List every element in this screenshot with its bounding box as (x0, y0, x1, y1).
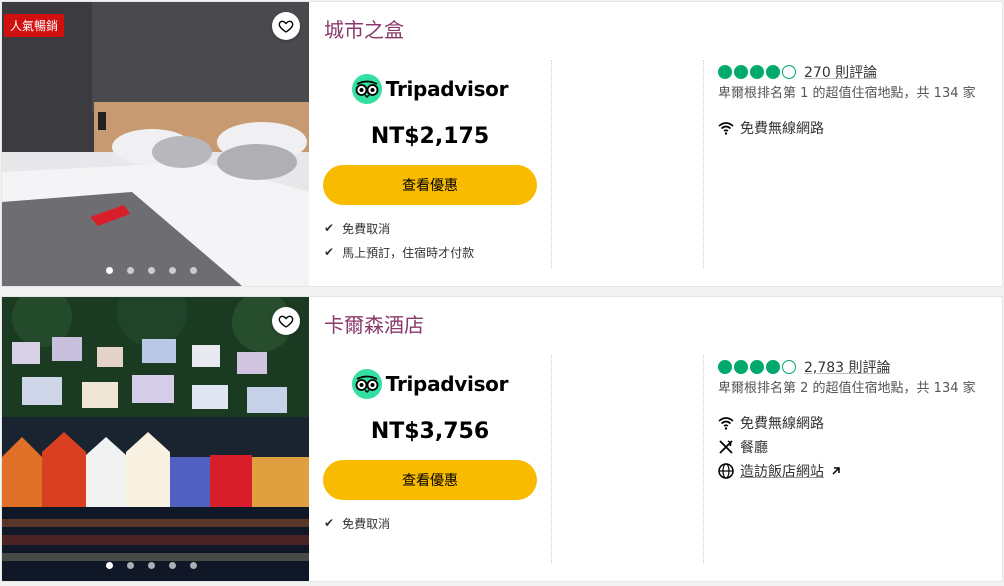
divider (551, 355, 552, 563)
hotel-photo[interactable]: 人氣暢銷 (2, 2, 309, 286)
check-icon: ✔ (324, 516, 335, 530)
photo-dot[interactable] (106, 267, 113, 274)
perks-list: ✔ 免費取消 (324, 511, 390, 535)
review-count-link[interactable]: 270 則評論 (804, 62, 877, 82)
perk-label: 免費取消 (342, 516, 391, 531)
ranking-text: 卑爾根排名第 2 的超值住宿地點，共 134 家 (718, 381, 976, 396)
divider (551, 60, 552, 268)
bestseller-badge: 人氣暢銷 (4, 14, 65, 37)
tripadvisor-owl-icon (351, 74, 382, 104)
provider-logo: Tripadvisor (322, 72, 538, 106)
rating-bubble-filled (734, 360, 748, 374)
restaurant-icon (719, 440, 733, 454)
photo-dot[interactable] (127, 562, 134, 569)
external-link-arrow-icon (832, 467, 840, 475)
ranking-text: 卑爾根排名第 1 的超值住宿地點，共 134 家 (718, 86, 976, 101)
amenity-item[interactable]: 造訪飯店網站 (718, 459, 988, 483)
rating-bubble-filled (718, 65, 732, 79)
rating-bubble-filled (766, 360, 780, 374)
perk-label: 馬上預訂，住宿時才付款 (342, 245, 475, 260)
rating-bubble-filled (718, 360, 732, 374)
hotel-info: 2,783 則評論 卑爾根排名第 2 的超值住宿地點，共 134 家 免費無線網… (718, 357, 988, 483)
globe-icon (718, 463, 734, 479)
heart-icon (278, 20, 294, 33)
view-deal-button[interactable]: 查看優惠 (323, 460, 537, 500)
photo-dot[interactable] (190, 267, 197, 274)
save-heart-button[interactable] (272, 12, 300, 40)
perks-list: ✔ 免費取消 ✔ 馬上預訂，住宿時才付款 (324, 216, 474, 264)
photo-dot[interactable] (148, 562, 155, 569)
provider-name: Tripadvisor (385, 372, 509, 396)
perk-item: ✔ 免費取消 (324, 216, 474, 240)
photo-dot[interactable] (169, 267, 176, 274)
hotel-name-link[interactable]: 卡爾森酒店 (324, 309, 424, 338)
offer-block: Tripadvisor NT$2,175 查看優惠 (322, 72, 538, 205)
rating-bubble-empty (782, 65, 796, 79)
rating-bubble-filled (734, 65, 748, 79)
amenity-label: 免費無線網路 (740, 121, 824, 137)
bergen-harbor-image (2, 297, 309, 581)
offer-block: Tripadvisor NT$3,756 查看優惠 (322, 367, 538, 500)
hotel-room-image (2, 2, 309, 286)
perk-item: ✔ 免費取消 (324, 511, 390, 535)
rating-bubble-filled (750, 360, 764, 374)
rating-bubble-filled (750, 65, 764, 79)
check-icon: ✔ (324, 221, 335, 235)
view-deal-button[interactable]: 查看優惠 (323, 165, 537, 205)
amenities-list: 免費無線網路 餐廳 造訪飯店網站 (718, 411, 988, 483)
divider (703, 60, 704, 268)
amenity-label: 餐廳 (740, 440, 768, 456)
review-count-link[interactable]: 2,783 則評論 (804, 357, 891, 377)
rating[interactable]: 270 則評論 (718, 62, 988, 82)
rating-bubble-empty (782, 360, 796, 374)
price: NT$2,175 (370, 124, 490, 149)
amenities-list: 免費無線網路 (718, 116, 988, 140)
photo-dot[interactable] (169, 562, 176, 569)
photo-dot[interactable] (127, 267, 134, 274)
photo-dot[interactable] (106, 562, 113, 569)
provider-name: Tripadvisor (385, 77, 509, 101)
divider (703, 355, 704, 563)
tripadvisor-owl-icon (351, 369, 382, 399)
price: NT$3,756 (370, 419, 490, 444)
wifi-icon (718, 417, 734, 430)
wifi-icon (718, 122, 734, 135)
photo-dot[interactable] (148, 267, 155, 274)
amenity-item: 餐廳 (718, 435, 988, 459)
hotel-website-link[interactable]: 造訪飯店網站 (740, 461, 824, 481)
save-heart-button[interactable] (272, 307, 300, 335)
amenity-item: 免費無線網路 (718, 116, 988, 140)
rating-bubble-filled (766, 65, 780, 79)
check-icon: ✔ (324, 245, 335, 259)
amenity-item: 免費無線網路 (718, 411, 988, 435)
perk-item: ✔ 馬上預訂，住宿時才付款 (324, 240, 474, 264)
hotel-card[interactable]: 人氣暢銷 城市之盒 Tripadvisor NT$2,175 查看優惠 ✔ 免費… (2, 2, 1002, 286)
photo-dot[interactable] (190, 562, 197, 569)
photo-pagination (106, 562, 197, 569)
photo-pagination (106, 267, 197, 274)
hotel-name-link[interactable]: 城市之盒 (324, 14, 404, 43)
perk-label: 免費取消 (342, 221, 391, 236)
amenity-label: 免費無線網路 (740, 416, 824, 432)
hotel-info: 270 則評論 卑爾根排名第 1 的超值住宿地點，共 134 家 免費無線網路 (718, 62, 988, 140)
heart-icon (278, 315, 294, 328)
rating[interactable]: 2,783 則評論 (718, 357, 988, 377)
provider-logo: Tripadvisor (322, 367, 538, 401)
hotel-photo[interactable] (2, 297, 309, 581)
hotel-card[interactable]: 卡爾森酒店 Tripadvisor NT$3,756 查看優惠 ✔ 免費取消 2… (2, 297, 1002, 581)
